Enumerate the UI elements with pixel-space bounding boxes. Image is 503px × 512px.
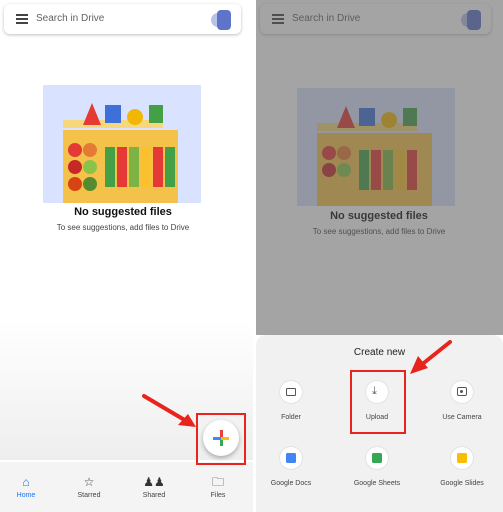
drive-home-screen: Search in Drive No suggested files To se… [0, 0, 253, 512]
bottom-navigation: ⌂ Home ☆ Starred ♟♟ Shared 🗀 Files [0, 462, 253, 512]
nav-item-shared[interactable]: ♟♟ Shared [129, 476, 179, 499]
google-docs-button[interactable]: Google Docs [256, 447, 326, 487]
create-new-screen: Search in Drive No suggested files To se… [256, 0, 503, 512]
nav-item-home[interactable]: ⌂ Home [1, 476, 51, 499]
slides-icon [457, 453, 467, 463]
folder-icon [286, 388, 296, 396]
empty-state-subtitle: To see suggestions, add files to Drive [56, 223, 190, 232]
nav-item-label: Shared [142, 492, 166, 499]
nav-item-label: Starred [77, 492, 101, 499]
people-icon: ♟♟ [143, 475, 165, 489]
camera-icon [457, 387, 467, 396]
sheets-icon [372, 453, 382, 463]
home-icon: ⌂ [22, 475, 30, 489]
nav-item-label: Files [210, 492, 226, 499]
search-bar[interactable]: Search in Drive [4, 4, 241, 34]
sheet-title: Create new [353, 347, 406, 358]
google-sheets-button[interactable]: Google Sheets [342, 447, 412, 487]
menu-icon[interactable] [16, 14, 28, 24]
avatar[interactable] [211, 10, 231, 30]
annotation-box [196, 413, 246, 465]
google-slides-button[interactable]: Google Slides [427, 447, 497, 487]
empty-state-illustration [43, 85, 201, 203]
scrim-overlay[interactable] [256, 0, 503, 335]
search-placeholder: Search in Drive [36, 13, 105, 24]
create-folder-button[interactable]: Folder [256, 381, 326, 421]
annotation-box [350, 370, 406, 434]
docs-icon [286, 453, 296, 463]
nav-item-label: Home [16, 492, 36, 499]
nav-item-starred[interactable]: ☆ Starred [64, 476, 114, 499]
annotation-arrow [142, 394, 196, 427]
star-icon: ☆ [83, 475, 95, 489]
folder-icon: 🗀 [211, 475, 224, 489]
annotation-arrow [410, 340, 452, 374]
use-camera-button[interactable]: Use Camera [427, 381, 497, 421]
nav-item-files[interactable]: 🗀 Files [193, 476, 243, 499]
empty-state-title: No suggested files [74, 206, 172, 218]
